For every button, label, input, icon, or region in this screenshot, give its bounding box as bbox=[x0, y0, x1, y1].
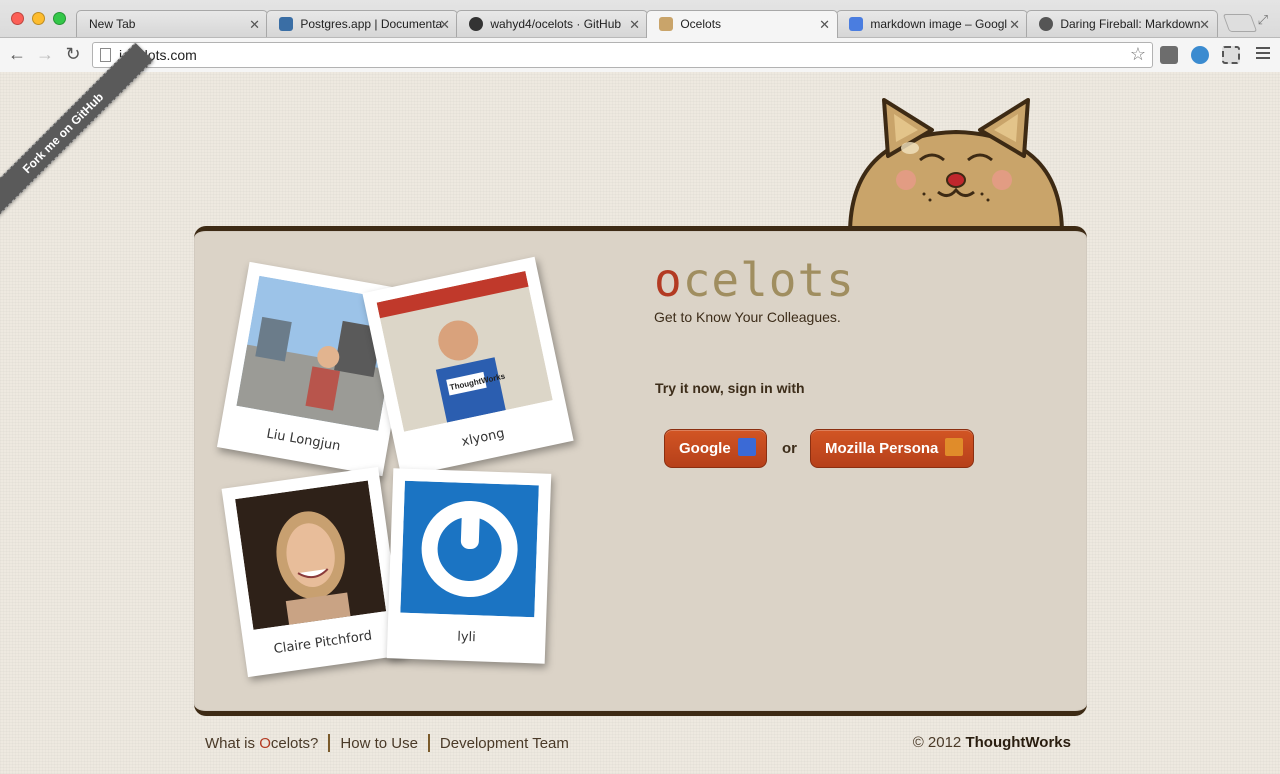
tab-label: New Tab bbox=[89, 17, 136, 31]
persona-signin-button[interactable]: Mozilla Persona bbox=[810, 429, 975, 468]
address-bar[interactable]: ☆ bbox=[92, 42, 1153, 68]
person-photo: ThoughtWorks bbox=[376, 270, 553, 432]
polaroid-card[interactable]: Claire Pitchford bbox=[221, 466, 405, 678]
minimize-window-button[interactable] bbox=[32, 12, 45, 25]
github-icon bbox=[469, 17, 483, 31]
tagline: Get to Know Your Colleagues. bbox=[654, 309, 841, 325]
close-window-button[interactable] bbox=[11, 12, 24, 25]
url-input[interactable] bbox=[119, 46, 1109, 64]
tab-strip: New Tab ✕ Postgres.app | Documenta ✕ wah… bbox=[76, 10, 1258, 38]
gravatar-icon bbox=[400, 480, 539, 618]
ocelots-logo: ocelots bbox=[654, 253, 855, 307]
polaroid-name: lyli bbox=[456, 629, 477, 646]
polaroid-name: Claire Pitchford bbox=[272, 628, 374, 658]
sync-icon[interactable] bbox=[1191, 46, 1209, 64]
forward-arrow-icon[interactable]: → bbox=[34, 44, 56, 65]
zoom-window-button[interactable] bbox=[53, 12, 66, 25]
persona-icon bbox=[945, 438, 964, 456]
extension-icon[interactable] bbox=[1160, 46, 1178, 64]
tab-ocelots[interactable]: Ocelots ✕ bbox=[646, 10, 838, 38]
tab-label: markdown image – Googl bbox=[870, 17, 1008, 31]
browser-chrome: New Tab ✕ Postgres.app | Documenta ✕ wah… bbox=[0, 0, 1280, 72]
person-photo bbox=[235, 480, 387, 630]
development-team-link[interactable]: Development Team bbox=[440, 735, 569, 752]
page-body: Fork me on GitHub Liu Longjun ThoughtWor… bbox=[0, 42, 1280, 774]
google-icon bbox=[849, 17, 863, 31]
tab-label: Ocelots bbox=[680, 17, 722, 31]
how-to-use-link[interactable]: How to Use bbox=[340, 735, 418, 752]
google-plus-icon bbox=[737, 438, 756, 456]
close-tab-icon[interactable]: ✕ bbox=[1199, 17, 1210, 33]
elephant-icon bbox=[279, 17, 293, 31]
new-tab-button[interactable] bbox=[1222, 14, 1258, 32]
tab-new-tab[interactable]: New Tab ✕ bbox=[76, 10, 268, 37]
star-icon bbox=[1039, 17, 1053, 31]
close-tab-icon[interactable]: ✕ bbox=[1009, 17, 1020, 33]
tab-daring-fireball[interactable]: Daring Fireball: Markdown ✕ bbox=[1026, 10, 1218, 37]
close-tab-icon[interactable]: ✕ bbox=[249, 17, 260, 33]
tab-label: Daring Fireball: Markdown bbox=[1060, 17, 1201, 31]
page-icon bbox=[100, 48, 111, 62]
bookmark-star-icon[interactable]: ☆ bbox=[1130, 44, 1146, 65]
tab-github[interactable]: wahyd4/ocelots · GitHub ✕ bbox=[456, 10, 648, 37]
or-separator: or bbox=[782, 440, 797, 457]
what-is-ocelots-link[interactable]: What is Ocelots? bbox=[205, 735, 318, 752]
polaroid-card[interactable]: lyli bbox=[386, 468, 552, 664]
cat-icon bbox=[659, 17, 673, 31]
screenshot-icon[interactable] bbox=[1222, 46, 1240, 64]
fullscreen-icon[interactable]: ⤢ bbox=[1258, 12, 1268, 28]
polaroid-card[interactable]: ThoughtWorks xlyong bbox=[362, 256, 574, 478]
footer-divider bbox=[328, 734, 331, 752]
main-panel: Liu Longjun ThoughtWorks xlyong Claire P bbox=[194, 226, 1087, 716]
footer: What is Ocelots? How to Use Development Te… bbox=[205, 734, 1071, 752]
window-controls bbox=[11, 12, 66, 25]
tab-google-search[interactable]: markdown image – Googl ✕ bbox=[836, 10, 1028, 37]
menu-icon[interactable] bbox=[1256, 47, 1270, 62]
google-signin-button[interactable]: Google bbox=[664, 429, 767, 468]
close-tab-icon[interactable]: ✕ bbox=[819, 17, 830, 33]
reload-icon[interactable]: ↻ bbox=[62, 44, 84, 65]
close-tab-icon[interactable]: ✕ bbox=[439, 17, 450, 33]
close-tab-icon[interactable]: ✕ bbox=[629, 17, 640, 33]
tab-label: Postgres.app | Documenta bbox=[300, 17, 443, 31]
footer-divider bbox=[427, 734, 430, 752]
tab-postgres[interactable]: Postgres.app | Documenta ✕ bbox=[266, 10, 458, 37]
tab-label: wahyd4/ocelots · GitHub bbox=[490, 17, 622, 31]
browser-toolbar: ← → ↻ ☆ bbox=[0, 37, 1280, 72]
cat-mascot-icon bbox=[847, 98, 1065, 234]
signin-prompt: Try it now, sign in with bbox=[655, 380, 805, 396]
back-arrow-icon[interactable]: ← bbox=[6, 44, 28, 65]
copyright: © 2012 ThoughtWorks bbox=[912, 734, 1071, 751]
